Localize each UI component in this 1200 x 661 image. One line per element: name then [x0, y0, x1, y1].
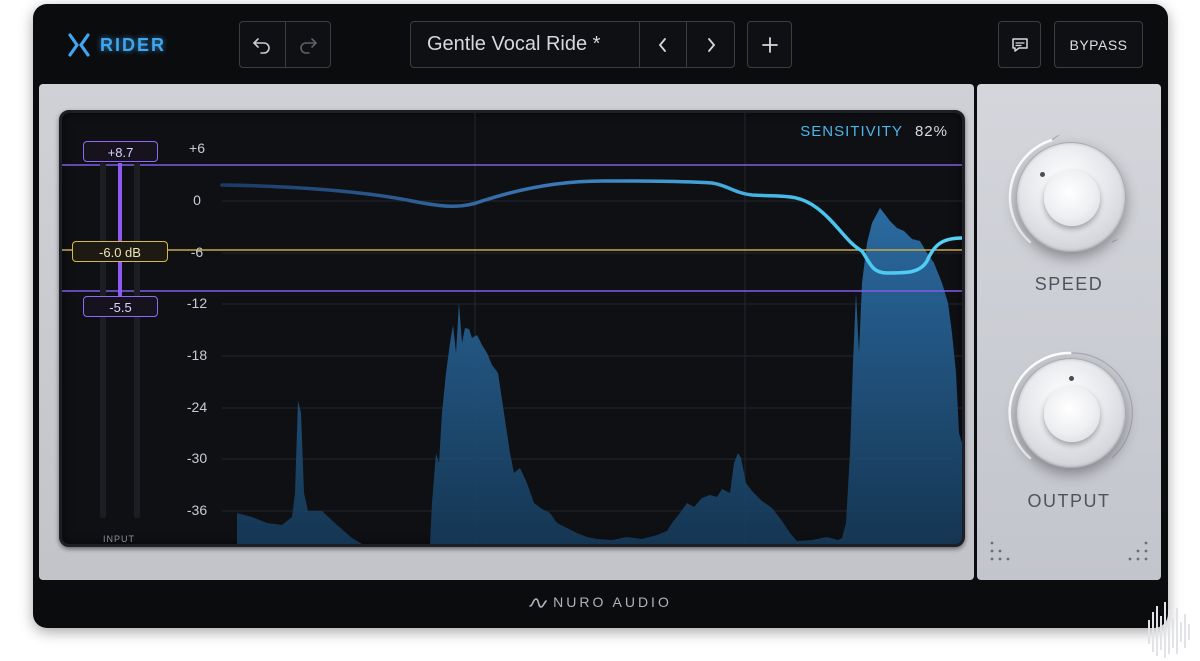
output-knob[interactable] [1008, 350, 1134, 476]
speed-knob-cap [1044, 170, 1100, 226]
footer-brand-text: NURO AUDIO [553, 594, 672, 610]
sensitivity-readout[interactable]: SENSITIVITY 82% [800, 123, 948, 140]
input-meter-right [134, 163, 140, 518]
feedback-button[interactable] [998, 21, 1041, 68]
undo-button[interactable] [240, 22, 285, 67]
resize-grip-left-icon [990, 541, 1010, 561]
sensitivity-value: 82% [914, 123, 948, 140]
preset-name[interactable]: Gentle Vocal Ride * [411, 33, 639, 56]
watermark-graphic [1148, 602, 1190, 658]
output-label: OUTPUT [1027, 491, 1111, 511]
rider-plugin-window: RIDER Gentle Vocal Ride * BYPASS SENSITI… [33, 4, 1168, 628]
nuro-wave-icon [529, 598, 547, 609]
plus-icon [761, 36, 778, 53]
preset-selector: Gentle Vocal Ride * [410, 21, 735, 68]
y-axis-label: -36 [186, 502, 208, 518]
knob-panel: SPEED OUTPUT [977, 84, 1161, 580]
preset-next-button[interactable] [686, 22, 734, 67]
y-axis-label: 0 [193, 192, 201, 208]
redo-button[interactable] [284, 22, 331, 67]
sensitivity-label: SENSITIVITY [800, 123, 903, 140]
level-display[interactable]: SENSITIVITY 82% +6 0 -6 -12 -18 -24 -30 -… [59, 110, 965, 547]
display-graph [62, 113, 962, 544]
preset-prev-button[interactable] [638, 22, 687, 67]
bypass-button[interactable]: BYPASS [1054, 21, 1143, 68]
speed-label: SPEED [1034, 274, 1104, 294]
add-preset-button[interactable] [747, 21, 792, 68]
y-axis-label: -24 [186, 399, 208, 415]
input-waveform [237, 208, 962, 544]
chevron-left-icon [659, 37, 667, 52]
y-axis-label: -30 [186, 450, 208, 466]
upper-limit-tag[interactable]: +8.7 [83, 141, 158, 162]
speed-knob[interactable] [1008, 134, 1134, 260]
display-panel: SENSITIVITY 82% +6 0 -6 -12 -18 -24 -30 -… [39, 84, 974, 580]
redo-icon [300, 37, 317, 54]
undo-icon [253, 37, 270, 54]
output-knob-cap [1044, 386, 1100, 442]
input-meter-left [100, 163, 106, 518]
undo-redo-group [239, 21, 331, 68]
target-level-tag[interactable]: -6.0 dB [72, 241, 168, 262]
comment-icon [1011, 37, 1028, 52]
range-bar [118, 163, 122, 296]
logo-text: RIDER [100, 34, 167, 55]
speed-knob-body [1016, 142, 1126, 252]
gain-curve [220, 179, 962, 275]
chevron-right-icon [707, 37, 715, 52]
output-knob-body [1016, 358, 1126, 468]
y-axis-label: +6 [189, 140, 205, 156]
input-label: INPUT [103, 534, 135, 544]
footer-brand: NURO AUDIO [33, 594, 1168, 610]
lower-limit-tag[interactable]: -5.5 [83, 296, 158, 317]
y-axis-label: -18 [186, 347, 208, 363]
speed-knob-indicator [1040, 172, 1045, 177]
logo: RIDER [67, 30, 166, 60]
y-axis-label: -12 [186, 295, 208, 311]
output-knob-indicator [1069, 376, 1074, 381]
rider-logo-icon [68, 33, 90, 57]
resize-grip-right-icon[interactable] [1123, 540, 1153, 570]
y-axis-label: -6 [190, 244, 204, 260]
